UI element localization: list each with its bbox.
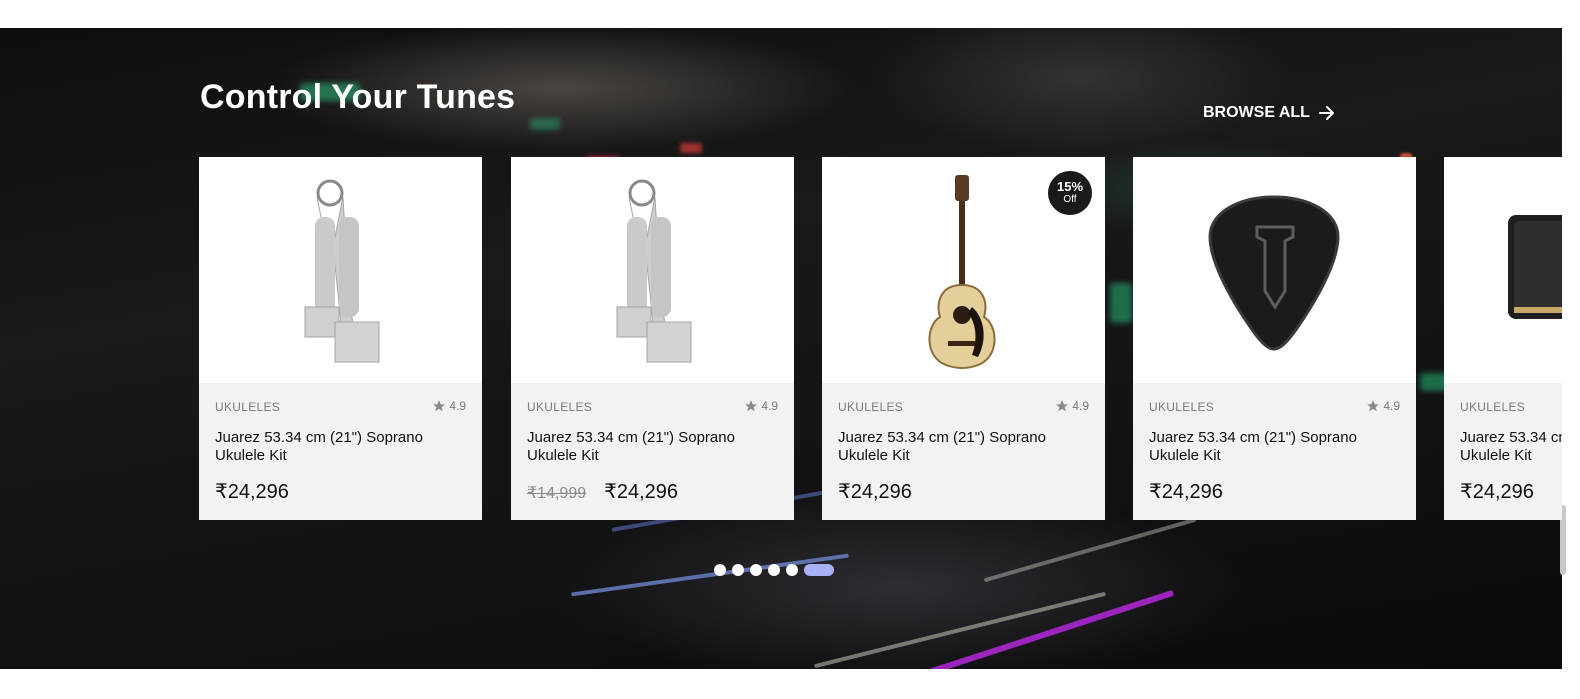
- discount-badge: 15% Off: [1048, 171, 1092, 215]
- carousel-dot[interactable]: [768, 564, 780, 576]
- product-category: UKULELES: [215, 400, 281, 414]
- string-winder-icon: [304, 179, 380, 363]
- product-category: UKULELES: [1149, 400, 1215, 414]
- product-image[interactable]: 15% Off: [822, 157, 1105, 383]
- price-row: ₹24,296: [1149, 479, 1223, 504]
- product-old-price: ₹14,999: [527, 485, 587, 502]
- discount-percent: 15%: [1056, 179, 1084, 194]
- browse-all-link[interactable]: BROWSE ALL: [1203, 104, 1336, 122]
- rating-value: 4.9: [1072, 399, 1089, 413]
- product-category: UKULELES: [527, 400, 593, 414]
- carousel-dot-active[interactable]: [804, 564, 834, 576]
- product-image[interactable]: [1444, 157, 1562, 383]
- price-row: ₹24,296: [838, 479, 912, 504]
- rating-value: 4.9: [1383, 399, 1400, 413]
- guitar-pick-icon: [1208, 195, 1340, 351]
- product-price: ₹24,296: [838, 481, 912, 503]
- product-card[interactable]: UKULELES 4.9 Juarez 53.34 cm (21") Sopra…: [199, 157, 482, 520]
- speaker-icon: [1508, 215, 1562, 319]
- product-price: ₹24,296: [604, 481, 679, 503]
- product-card[interactable]: UKULELES 4.9 Juarez 53.34 cm (21") Sopra…: [1133, 157, 1416, 520]
- star-icon: [1367, 400, 1380, 412]
- price-row: ₹24,296: [1460, 479, 1534, 504]
- product-rating: 4.9: [744, 399, 778, 413]
- page: Control Your Tunes BROWSE ALL UKULELES 4…: [0, 0, 1580, 699]
- carousel-dot[interactable]: [732, 564, 744, 576]
- product-price: ₹24,296: [1149, 481, 1223, 503]
- product-price: ₹24,296: [1460, 481, 1534, 503]
- discount-label: Off: [1063, 194, 1077, 205]
- product-image[interactable]: [511, 157, 794, 383]
- star-icon: [1056, 400, 1069, 412]
- product-title[interactable]: Juarez 53.34 cm (21") Soprano Ukulele Ki…: [1149, 429, 1404, 465]
- scrollbar-track[interactable]: [1562, 0, 1580, 699]
- rating-value: 4.9: [761, 399, 778, 413]
- star-icon: [745, 400, 758, 412]
- carousel-dot[interactable]: [786, 564, 798, 576]
- section-title: Control Your Tunes: [200, 78, 516, 116]
- product-card[interactable]: UKULELES 4.9 Juarez 53.34 cm (21") Sopra…: [511, 157, 794, 520]
- carousel-dot[interactable]: [750, 564, 762, 576]
- price-row: ₹14,999 ₹24,296: [527, 479, 678, 504]
- product-title[interactable]: Juarez 53.34 cm (21") Soprano Ukulele Ki…: [527, 429, 782, 465]
- product-image[interactable]: [199, 157, 482, 383]
- product-image[interactable]: [1133, 157, 1416, 383]
- carousel-pagination: [714, 564, 834, 576]
- string-winder-icon: [616, 179, 692, 363]
- star-icon: [433, 400, 446, 412]
- product-category: UKULELES: [1460, 400, 1526, 414]
- product-rating: 4.9: [1055, 399, 1089, 413]
- product-title[interactable]: Juarez 53.34 cm (21") Soprano Ukulele Ki…: [838, 429, 1093, 465]
- rating-value: 4.9: [449, 399, 466, 413]
- product-title[interactable]: Juarez 53.34 cm (21") Soprano Ukulele Ki…: [215, 429, 470, 465]
- product-title[interactable]: Juarez 53.34 cm (21") Soprano Ukulele Ki…: [1460, 429, 1562, 465]
- product-rating: 4.9: [1366, 399, 1400, 413]
- product-price: ₹24,296: [215, 481, 289, 503]
- browse-all-label: BROWSE ALL: [1203, 104, 1310, 121]
- price-row: ₹24,296: [215, 479, 289, 504]
- product-category: UKULELES: [838, 400, 904, 414]
- product-card[interactable]: 15% Off UKULELES 4.9 Juarez 53.34 cm (21…: [822, 157, 1105, 520]
- product-card[interactable]: UKULELES Juarez 53.34 cm (21") Soprano U…: [1444, 157, 1562, 520]
- carousel-dot[interactable]: [714, 564, 726, 576]
- product-rating: 4.9: [432, 399, 466, 413]
- arrow-right-icon: [1318, 106, 1334, 120]
